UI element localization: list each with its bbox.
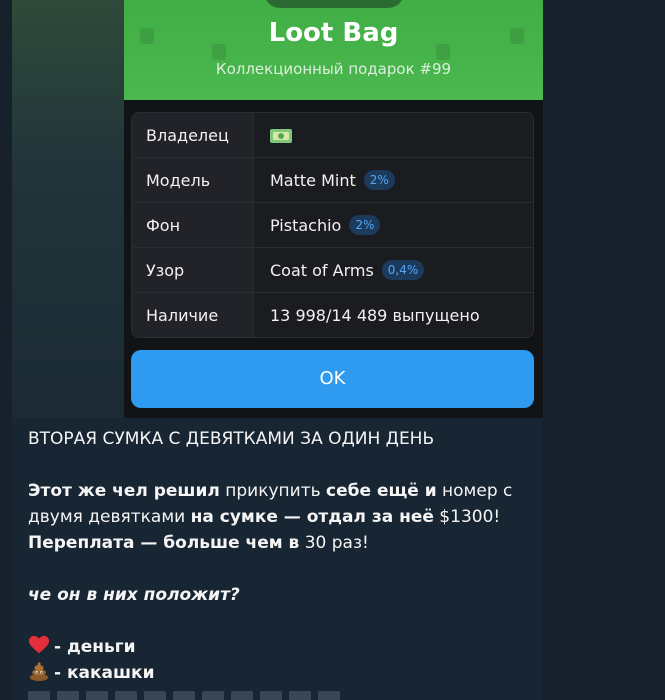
rarity-badge: 0,4% — [381, 260, 425, 280]
gift-model-image — [264, 0, 404, 8]
message-caption: ВТОРАЯ СУМКА С ДЕВЯТКАМИ ЗА ОДИН ДЕНЬ Эт… — [28, 426, 538, 686]
row-value: Pistachio 2% — [270, 203, 381, 247]
reaction-placeholder — [57, 691, 79, 700]
message-photo[interactable]: Loot Bag Коллекционный подарок #99 Владе… — [12, 0, 543, 418]
gift-subtitle: Коллекционный подарок #99 — [215, 60, 452, 78]
reaction-placeholder — [144, 691, 166, 700]
caption-bold-text: на сумке — отдал за неё — [190, 507, 434, 527]
row-backdrop: Фон Pistachio 2% — [132, 203, 533, 248]
caption-text: $1300! — [433, 507, 501, 527]
row-pattern: Узор Coat of Arms 0,4% — [132, 248, 533, 293]
legend-text: - деньги — [54, 637, 136, 657]
reaction-placeholder — [115, 691, 137, 700]
caption-question: че он в них положит? — [28, 585, 240, 605]
row-owner: Владелец — [132, 113, 533, 158]
pattern-value: Coat of Arms — [270, 261, 374, 280]
legend-text: - какашки — [54, 663, 155, 683]
caption-bold-text: себе ещё и — [326, 481, 437, 501]
reactions-row-partial — [28, 688, 347, 700]
row-value: 13 998/14 489 выпущено — [270, 293, 480, 337]
model-value: Matte Mint — [270, 171, 356, 190]
ok-button[interactable]: OK — [131, 350, 534, 408]
row-key: Фон — [132, 203, 254, 247]
reaction-placeholder — [202, 691, 224, 700]
money-bills-icon — [270, 129, 292, 143]
pile-of-poo-icon — [29, 661, 49, 682]
caption-headline: ВТОРАЯ СУМКА С ДЕВЯТКАМИ ЗА ОДИН ДЕНЬ — [28, 429, 435, 449]
reaction-placeholder — [260, 691, 282, 700]
reaction-placeholder — [86, 691, 108, 700]
legend-item-money: - деньги — [28, 634, 538, 660]
reaction-placeholder — [28, 691, 50, 700]
row-value: Matte Mint 2% — [270, 158, 395, 202]
row-key: Наличие — [132, 293, 254, 337]
reaction-placeholder — [318, 691, 340, 700]
caption-bold-text: Этот же чел решил — [28, 481, 220, 501]
row-availability: Наличие 13 998/14 489 выпущено — [132, 293, 533, 337]
row-key: Узор — [132, 248, 254, 292]
gift-info-screenshot: Loot Bag Коллекционный подарок #99 Владе… — [124, 0, 543, 418]
row-value[interactable] — [270, 113, 292, 157]
row-model: Модель Matte Mint 2% — [132, 158, 533, 203]
row-key: Модель — [132, 158, 254, 202]
backdrop-value: Pistachio — [270, 216, 342, 235]
caption-bold-text: Переплата — больше чем в — [28, 533, 300, 553]
gift-attributes-table: Владелец Модель Matte Mint 2% Фон Pistac… — [131, 112, 534, 338]
caption-paragraph: Этот же чел решил прикупить себе ещё и н… — [28, 478, 538, 556]
row-key: Владелец — [132, 113, 254, 157]
legend-item-poo: - какашки — [28, 660, 538, 686]
red-heart-icon — [28, 635, 50, 654]
availability-value: 13 998/14 489 выпущено — [270, 306, 480, 325]
gift-hero-banner: Loot Bag Коллекционный подарок #99 — [124, 0, 543, 100]
reaction-placeholder — [289, 691, 311, 700]
row-value: Coat of Arms 0,4% — [270, 248, 425, 292]
reaction-placeholder — [231, 691, 253, 700]
caption-text: 30 раз! — [299, 533, 369, 553]
caption-text: прикупить — [219, 481, 327, 501]
gift-title: Loot Bag — [268, 18, 399, 48]
message-bubble: Loot Bag Коллекционный подарок #99 Владе… — [12, 0, 543, 700]
reaction-placeholder — [173, 691, 195, 700]
rarity-badge: 2% — [349, 215, 381, 235]
rarity-badge: 2% — [363, 170, 395, 190]
photo-blur-left — [12, 0, 124, 418]
